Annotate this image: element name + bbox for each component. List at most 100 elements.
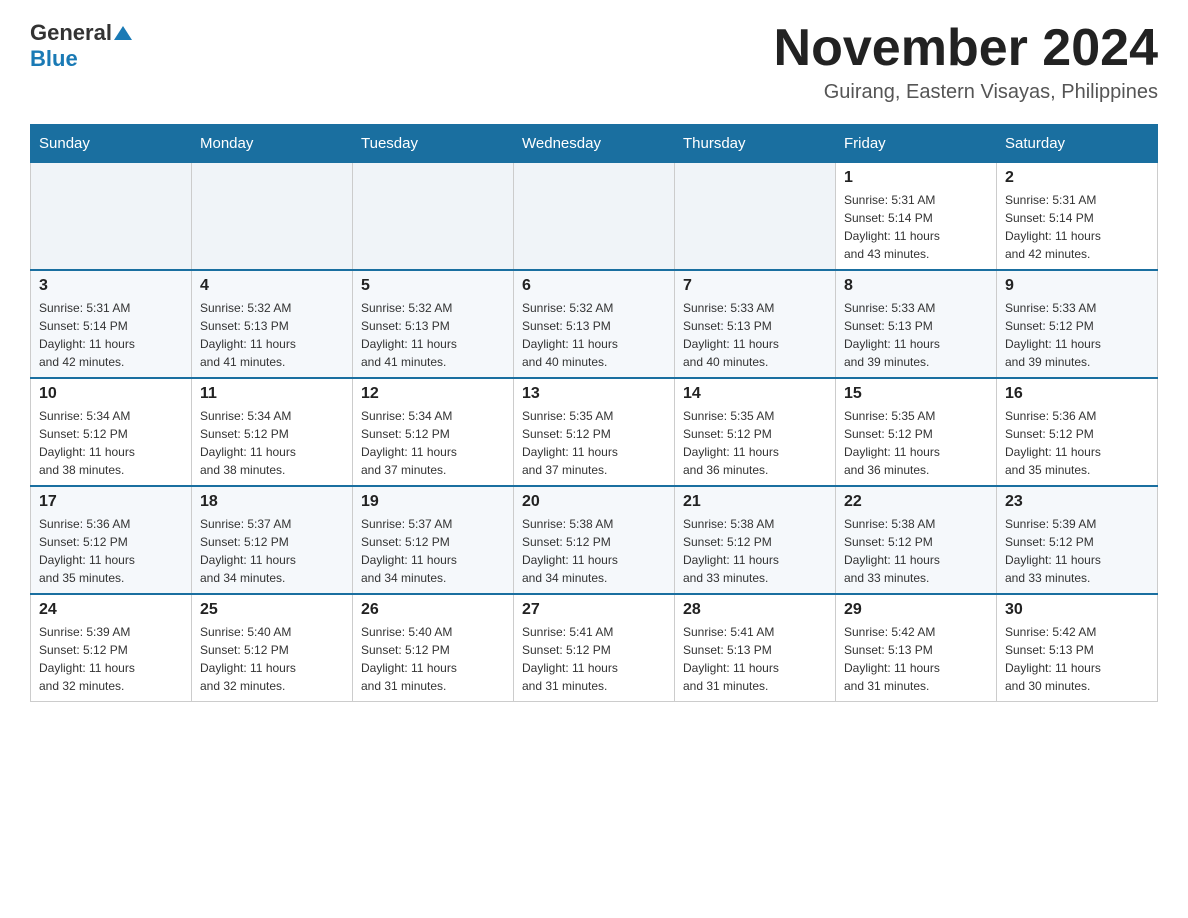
day-number: 17 [39, 493, 183, 511]
day-number: 27 [522, 601, 666, 619]
calendar-cell: 19 Sunrise: 5:37 AM Sunset: 5:12 PM Dayli… [353, 486, 514, 594]
day-info: Sunrise: 5:32 AM Sunset: 5:13 PM Dayligh… [361, 299, 505, 371]
calendar-cell: 15 Sunrise: 5:35 AM Sunset: 5:12 PM Dayli… [836, 378, 997, 486]
location-subtitle: Guirang, Eastern Visayas, Philippines [774, 81, 1158, 104]
day-info: Sunrise: 5:31 AM Sunset: 5:14 PM Dayligh… [1005, 191, 1149, 263]
calendar-header-row: SundayMondayTuesdayWednesdayThursdayFrid… [31, 125, 1158, 163]
calendar-header-tuesday: Tuesday [353, 125, 514, 163]
day-number: 20 [522, 493, 666, 511]
calendar-header-saturday: Saturday [997, 125, 1158, 163]
day-info: Sunrise: 5:33 AM Sunset: 5:12 PM Dayligh… [1005, 299, 1149, 371]
calendar-header-friday: Friday [836, 125, 997, 163]
day-number: 25 [200, 601, 344, 619]
calendar-week-row: 24 Sunrise: 5:39 AM Sunset: 5:12 PM Dayli… [31, 594, 1158, 702]
calendar-header-wednesday: Wednesday [514, 125, 675, 163]
calendar-cell: 11 Sunrise: 5:34 AM Sunset: 5:12 PM Dayli… [192, 378, 353, 486]
calendar-cell: 25 Sunrise: 5:40 AM Sunset: 5:12 PM Dayli… [192, 594, 353, 702]
day-number: 23 [1005, 493, 1149, 511]
calendar-cell: 4Sunrise: 5:32 AM Sunset: 5:13 PM Daylig… [192, 270, 353, 378]
day-number: 19 [361, 493, 505, 511]
day-info: Sunrise: 5:38 AM Sunset: 5:12 PM Dayligh… [683, 515, 827, 587]
day-number: 2 [1005, 169, 1149, 187]
calendar-cell: 14Sunrise: 5:35 AM Sunset: 5:12 PM Dayli… [675, 378, 836, 486]
calendar-cell [675, 163, 836, 271]
calendar-cell: 29Sunrise: 5:42 AM Sunset: 5:13 PM Dayli… [836, 594, 997, 702]
day-number: 30 [1005, 601, 1149, 619]
calendar-cell: 6 Sunrise: 5:32 AM Sunset: 5:13 PM Daylig… [514, 270, 675, 378]
calendar-cell: 3 Sunrise: 5:31 AM Sunset: 5:14 PM Daylig… [31, 270, 192, 378]
calendar-cell: 16Sunrise: 5:36 AM Sunset: 5:12 PM Dayli… [997, 378, 1158, 486]
day-number: 15 [844, 385, 988, 403]
day-number: 4 [200, 277, 344, 295]
day-info: Sunrise: 5:35 AM Sunset: 5:12 PM Dayligh… [683, 407, 827, 479]
calendar-cell [192, 163, 353, 271]
day-info: Sunrise: 5:38 AM Sunset: 5:12 PM Dayligh… [522, 515, 666, 587]
day-number: 7 [683, 277, 827, 295]
calendar-cell: 12Sunrise: 5:34 AM Sunset: 5:12 PM Dayli… [353, 378, 514, 486]
day-info: Sunrise: 5:40 AM Sunset: 5:12 PM Dayligh… [200, 623, 344, 695]
day-number: 1 [844, 169, 988, 187]
page-header: General Blue November 2024 Guirang, East… [30, 20, 1158, 104]
calendar-header-thursday: Thursday [675, 125, 836, 163]
calendar-cell: 24 Sunrise: 5:39 AM Sunset: 5:12 PM Dayli… [31, 594, 192, 702]
calendar-cell: 8 Sunrise: 5:33 AM Sunset: 5:13 PM Daylig… [836, 270, 997, 378]
month-year-title: November 2024 [774, 20, 1158, 77]
day-info: Sunrise: 5:41 AM Sunset: 5:13 PM Dayligh… [683, 623, 827, 695]
logo-triangle-icon [114, 24, 132, 42]
calendar-header-monday: Monday [192, 125, 353, 163]
calendar-cell: 10 Sunrise: 5:34 AM Sunset: 5:12 PM Dayli… [31, 378, 192, 486]
day-info: Sunrise: 5:38 AM Sunset: 5:12 PM Dayligh… [844, 515, 988, 587]
calendar-cell: 5 Sunrise: 5:32 AM Sunset: 5:13 PM Daylig… [353, 270, 514, 378]
day-number: 5 [361, 277, 505, 295]
calendar-cell: 1 Sunrise: 5:31 AM Sunset: 5:14 PM Daylig… [836, 163, 997, 271]
day-number: 22 [844, 493, 988, 511]
day-number: 8 [844, 277, 988, 295]
day-info: Sunrise: 5:33 AM Sunset: 5:13 PM Dayligh… [844, 299, 988, 371]
day-info: Sunrise: 5:42 AM Sunset: 5:13 PM Dayligh… [1005, 623, 1149, 695]
day-info: Sunrise: 5:31 AM Sunset: 5:14 PM Dayligh… [39, 299, 183, 371]
day-number: 10 [39, 385, 183, 403]
calendar-cell: 7Sunrise: 5:33 AM Sunset: 5:13 PM Daylig… [675, 270, 836, 378]
day-number: 11 [200, 385, 344, 403]
day-number: 12 [361, 385, 505, 403]
calendar-table: SundayMondayTuesdayWednesdayThursdayFrid… [30, 124, 1158, 702]
day-number: 3 [39, 277, 183, 295]
title-section: November 2024 Guirang, Eastern Visayas, … [774, 20, 1158, 104]
day-info: Sunrise: 5:32 AM Sunset: 5:13 PM Dayligh… [522, 299, 666, 371]
day-info: Sunrise: 5:35 AM Sunset: 5:12 PM Dayligh… [522, 407, 666, 479]
calendar-cell: 9 Sunrise: 5:33 AM Sunset: 5:12 PM Daylig… [997, 270, 1158, 378]
calendar-week-row: 1 Sunrise: 5:31 AM Sunset: 5:14 PM Daylig… [31, 163, 1158, 271]
logo: General Blue [30, 20, 132, 72]
day-number: 24 [39, 601, 183, 619]
day-info: Sunrise: 5:34 AM Sunset: 5:12 PM Dayligh… [200, 407, 344, 479]
day-number: 26 [361, 601, 505, 619]
calendar-cell: 23 Sunrise: 5:39 AM Sunset: 5:12 PM Dayli… [997, 486, 1158, 594]
day-number: 6 [522, 277, 666, 295]
day-info: Sunrise: 5:36 AM Sunset: 5:12 PM Dayligh… [39, 515, 183, 587]
calendar-cell: 28Sunrise: 5:41 AM Sunset: 5:13 PM Dayli… [675, 594, 836, 702]
day-info: Sunrise: 5:41 AM Sunset: 5:12 PM Dayligh… [522, 623, 666, 695]
day-info: Sunrise: 5:34 AM Sunset: 5:12 PM Dayligh… [39, 407, 183, 479]
day-info: Sunrise: 5:39 AM Sunset: 5:12 PM Dayligh… [1005, 515, 1149, 587]
day-info: Sunrise: 5:40 AM Sunset: 5:12 PM Dayligh… [361, 623, 505, 695]
day-info: Sunrise: 5:31 AM Sunset: 5:14 PM Dayligh… [844, 191, 988, 263]
calendar-cell: 20 Sunrise: 5:38 AM Sunset: 5:12 PM Dayli… [514, 486, 675, 594]
day-number: 9 [1005, 277, 1149, 295]
calendar-cell: 30 Sunrise: 5:42 AM Sunset: 5:13 PM Dayli… [997, 594, 1158, 702]
day-info: Sunrise: 5:35 AM Sunset: 5:12 PM Dayligh… [844, 407, 988, 479]
calendar-cell [31, 163, 192, 271]
calendar-week-row: 3 Sunrise: 5:31 AM Sunset: 5:14 PM Daylig… [31, 270, 1158, 378]
day-info: Sunrise: 5:39 AM Sunset: 5:12 PM Dayligh… [39, 623, 183, 695]
day-number: 13 [522, 385, 666, 403]
calendar-cell [514, 163, 675, 271]
calendar-header-sunday: Sunday [31, 125, 192, 163]
day-number: 18 [200, 493, 344, 511]
day-info: Sunrise: 5:36 AM Sunset: 5:12 PM Dayligh… [1005, 407, 1149, 479]
day-info: Sunrise: 5:37 AM Sunset: 5:12 PM Dayligh… [361, 515, 505, 587]
calendar-cell: 21 Sunrise: 5:38 AM Sunset: 5:12 PM Dayli… [675, 486, 836, 594]
logo-general: General [30, 20, 112, 46]
calendar-cell: 26 Sunrise: 5:40 AM Sunset: 5:12 PM Dayli… [353, 594, 514, 702]
day-info: Sunrise: 5:37 AM Sunset: 5:12 PM Dayligh… [200, 515, 344, 587]
logo-blue: Blue [30, 46, 78, 71]
day-number: 21 [683, 493, 827, 511]
